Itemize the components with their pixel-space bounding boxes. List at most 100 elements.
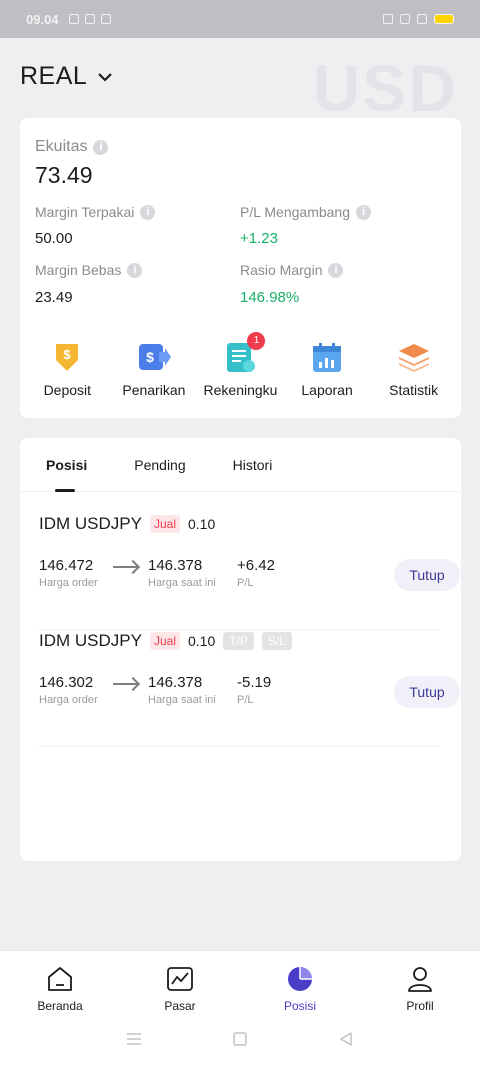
arrow-right-icon — [113, 566, 137, 568]
profit-loss-value: -5.19 — [237, 674, 272, 691]
position-symbol: IDM USDJPY — [39, 631, 142, 650]
menu-icon[interactable] — [126, 1031, 142, 1047]
free-margin-value: 23.49 — [35, 289, 73, 306]
arrow-right-icon — [113, 683, 137, 685]
used-margin-label-row: Margin Terpakai i — [35, 204, 156, 220]
signal-icon — [417, 14, 427, 24]
telegram-icon — [68, 14, 79, 24]
order-price-label: Harga order — [39, 577, 98, 589]
status-time: 09.04 — [26, 11, 59, 27]
nav-home-label: Beranda — [37, 999, 83, 1013]
alert-icon — [383, 14, 393, 24]
order-price-value: 146.302 — [39, 674, 94, 691]
close-position-button[interactable]: Tutup — [394, 559, 460, 591]
current-price-label: Harga saat ini — [148, 694, 216, 706]
current-price-value: 146.378 — [148, 674, 203, 691]
info-icon[interactable]: i — [328, 262, 344, 278]
status-bar: 09.04 — [0, 0, 480, 38]
notification-icons — [68, 14, 111, 24]
order-price: 146.472 Harga order — [39, 557, 98, 589]
free-margin-label: Margin Bebas — [35, 262, 122, 278]
currency-watermark: USD — [312, 51, 458, 125]
current-price: 146.378 Harga saat ini — [148, 557, 216, 589]
positions-tabs: Posisi Pending Histori — [20, 438, 461, 492]
order-price-value: 146.472 — [39, 557, 94, 574]
profile-icon — [408, 967, 432, 992]
account-type: REAL — [20, 62, 88, 90]
profit-loss: -5.19 P/L — [237, 674, 271, 706]
position-lot: 0.10 — [187, 633, 216, 649]
photo-icon — [100, 14, 111, 24]
info-icon[interactable]: i — [140, 204, 156, 220]
back-icon[interactable] — [338, 1031, 354, 1047]
margin-ratio-label-row: Rasio Margin i — [240, 262, 344, 278]
close-position-button[interactable]: Tutup — [394, 676, 460, 708]
quick-actions: $ Deposit $ Penarikan 1 Rekeningku Lapor… — [20, 332, 461, 398]
equity-label: Ekuitas — [35, 138, 88, 155]
position-row[interactable]: IDM USDJPY Jual 0.10 146.472 Harga order… — [39, 514, 460, 630]
floating-pl-label: P/L Mengambang — [240, 204, 350, 220]
account-summary-card: Ekuitas i 73.49 Margin Terpakai i 50.00 … — [20, 118, 461, 418]
report-button[interactable]: Laporan — [284, 340, 370, 398]
used-margin-label: Margin Terpakai — [35, 204, 135, 220]
position-symbol: IDM USDJPY — [39, 514, 142, 533]
report-label: Laporan — [301, 382, 353, 398]
stats-icon — [398, 344, 429, 372]
statistics-button[interactable]: Statistik — [371, 340, 457, 398]
chevron-down-icon — [98, 72, 113, 82]
used-margin-value: 50.00 — [35, 230, 73, 247]
position-lot: 0.10 — [187, 516, 216, 532]
order-price-label: Harga order — [39, 694, 98, 706]
profit-loss-label: P/L — [237, 694, 254, 706]
margin-ratio-label: Rasio Margin — [240, 262, 323, 278]
current-price-value: 146.378 — [148, 557, 203, 574]
withdraw-icon: $ — [138, 344, 171, 370]
profit-loss: +6.42 P/L — [237, 557, 275, 589]
nav-profile-label: Profil — [406, 999, 434, 1013]
nav-positions[interactable]: Posisi — [240, 951, 360, 1021]
equity-label-row: Ekuitas i — [35, 138, 109, 156]
withdraw-button[interactable]: $ Penarikan — [111, 340, 197, 398]
deposit-label: Deposit — [43, 382, 92, 398]
withdraw-label: Penarikan — [122, 382, 186, 398]
my-accounts-label: Rekeningku — [203, 382, 278, 398]
side-badge: Jual — [149, 632, 180, 650]
report-icon — [313, 343, 342, 372]
home-icon — [48, 967, 72, 991]
nav-market[interactable]: Pasar — [120, 951, 240, 1021]
position-row[interactable]: IDM USDJPY Jual 0.10 T/P S/L 146.302 Har… — [39, 631, 460, 747]
notification-badge: 1 — [247, 332, 266, 350]
take-profit-tag: T/P — [223, 632, 254, 650]
nav-profile[interactable]: Profil — [360, 951, 480, 1021]
my-accounts-button[interactable]: 1 Rekeningku — [197, 332, 283, 398]
info-icon[interactable]: i — [127, 262, 143, 278]
nav-positions-label: Posisi — [283, 999, 316, 1013]
free-margin-label-row: Margin Bebas i — [35, 262, 143, 278]
info-icon[interactable]: i — [356, 204, 371, 220]
stop-loss-tag: S/L — [261, 632, 292, 650]
home-square-icon[interactable] — [232, 1031, 248, 1047]
svg-text:$: $ — [64, 347, 72, 362]
deposit-button[interactable]: $ Deposit — [24, 340, 110, 398]
floating-pl-value: +1.23 — [240, 230, 278, 247]
current-price-label: Harga saat ini — [148, 577, 216, 589]
floating-pl-label-row: P/L Mengambang i — [240, 204, 371, 220]
tab-pending[interactable]: Pending — [134, 438, 185, 492]
battery-icon — [434, 14, 454, 24]
nav-home[interactable]: Beranda — [0, 951, 120, 1021]
profit-loss-label: P/L — [237, 577, 254, 589]
statistics-label: Statistik — [389, 382, 439, 398]
position-title: IDM USDJPY Jual 0.10 T/P S/L — [39, 631, 292, 651]
deposit-icon: $ — [56, 344, 79, 371]
svg-text:$: $ — [146, 349, 154, 365]
account-selector[interactable]: REAL — [20, 62, 113, 91]
tab-positions[interactable]: Posisi — [46, 438, 87, 492]
pie-chart-icon — [288, 967, 312, 991]
equity-value: 73.49 — [35, 162, 93, 188]
current-price: 146.378 Harga saat ini — [148, 674, 216, 706]
info-icon[interactable]: i — [93, 139, 109, 155]
tab-history[interactable]: Histori — [233, 438, 273, 492]
side-badge: Jual — [149, 515, 180, 533]
system-icons — [383, 14, 454, 24]
bottom-navigation: Beranda Pasar Posisi Profil — [0, 950, 480, 1066]
